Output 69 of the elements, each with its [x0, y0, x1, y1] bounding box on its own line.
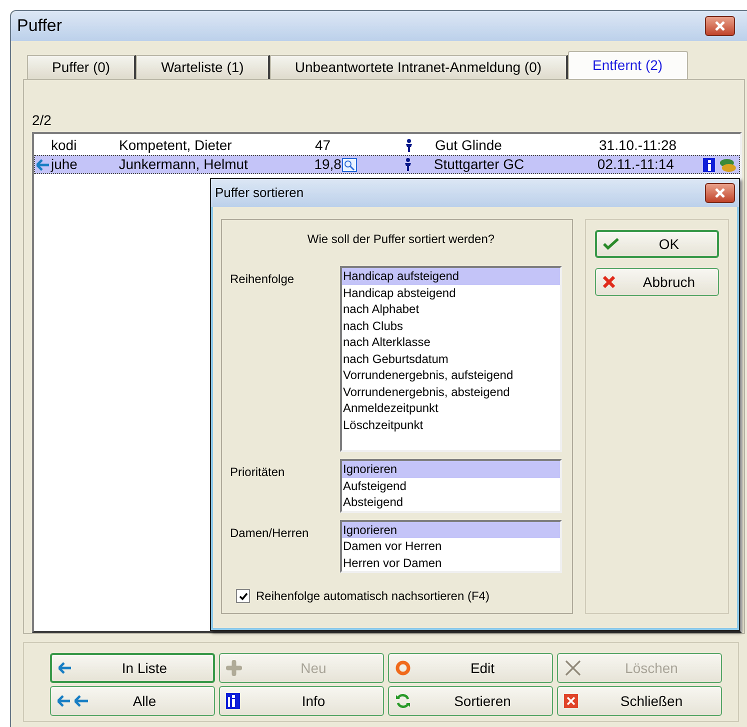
tab[interactable]: Entfernt (2)	[568, 51, 688, 79]
table-cell-text: Gut Glinde	[435, 136, 503, 155]
tab[interactable]: Unbeantwortete Intranet-Anmeldung (0)	[270, 55, 568, 79]
person-icon	[404, 158, 412, 171]
action-button[interactable]: OK	[595, 230, 719, 258]
field-label: Prioritäten	[230, 464, 286, 481]
refresh-icon	[395, 693, 411, 709]
action-button[interactable]: Info	[219, 686, 384, 716]
table-cell-text: juhe	[50, 155, 78, 174]
list-option[interactable]: nach Geburtsdatum	[342, 350, 560, 367]
list-option[interactable]: Handicap aufsteigend	[342, 268, 560, 284]
list-option[interactable]: Vorrundenergebnis, aufsteigend	[342, 367, 560, 384]
action-button[interactable]: Edit	[388, 653, 553, 683]
tab[interactable]: Puffer (0)	[27, 55, 136, 79]
list-option[interactable]: Vorrundenergebnis, absteigend	[342, 384, 560, 400]
close-icon	[714, 187, 726, 199]
list-row[interactable]: kodi Kompetent, Dieter 47 Gut Glinde 31.10.-11:28	[34, 136, 740, 155]
table-cell-text: 19,8	[314, 155, 342, 174]
list-option[interactable]: Herren vor Damen	[342, 554, 560, 571]
table-cell-text: 47	[315, 136, 331, 155]
check-icon	[603, 237, 619, 251]
count-label: 2/2	[32, 111, 52, 130]
table-cell-text: 02.11.-11:14	[597, 155, 675, 174]
person-icon	[405, 139, 413, 152]
checkbox[interactable]	[236, 589, 250, 603]
plus-icon	[226, 660, 242, 676]
action-button[interactable]: Schließen	[557, 686, 722, 716]
list-option[interactable]: nach Alterklasse	[342, 334, 560, 350]
question-text: Wie soll der Puffer sortiert werden?	[307, 231, 495, 248]
list-option[interactable]: nach Alphabet	[342, 301, 560, 318]
table-cell-text: Kompetent, Dieter	[119, 136, 233, 155]
list-option[interactable]: nach Clubs	[342, 318, 560, 334]
action-button[interactable]: Alle	[50, 686, 215, 716]
dialog-title: Puffer sortieren	[215, 184, 304, 202]
cross-icon	[564, 659, 582, 677]
table-cell-text: Junkermann, Helmut	[118, 155, 249, 174]
arrow-left-icon	[58, 662, 72, 674]
check-icon	[238, 592, 248, 600]
info-icon	[226, 693, 240, 709]
action-button[interactable]: Sortieren	[388, 686, 553, 716]
close-icon	[564, 694, 578, 708]
close-button[interactable]	[705, 16, 735, 36]
table-cell-text: Stuttgarter GC	[434, 155, 526, 174]
list-option[interactable]: Ignorieren	[342, 522, 560, 538]
arrow-left-icon	[36, 158, 50, 170]
list-row[interactable]: juhe Junkermann, Helmut 19,8 Stuttgarter GC 02.11.-11:14	[34, 155, 740, 174]
field-label: Reihenfolge	[230, 271, 296, 288]
list-option[interactable]: Damen vor Herren	[342, 538, 560, 554]
list-option[interactable]: Löschzeitpunkt	[342, 416, 560, 433]
close-button[interactable]	[705, 183, 735, 203]
list-option[interactable]: Absteigend	[342, 494, 560, 510]
info-coins-icon	[703, 156, 739, 172]
tab[interactable]: Warteliste (1)	[136, 55, 270, 79]
magnifier-icon	[342, 158, 358, 172]
table-cell-text: kodi	[51, 136, 78, 155]
list-option[interactable]: Ignorieren	[342, 461, 560, 478]
list-option[interactable]: Aufsteigend	[342, 478, 560, 494]
list-option[interactable]: Anmeldezeitpunkt	[342, 400, 560, 416]
action-button[interactable]: Abbruch	[595, 268, 719, 296]
list-option[interactable]: Handicap absteigend	[342, 284, 560, 301]
window-title: Puffer	[17, 15, 62, 38]
cross-icon	[602, 275, 616, 289]
ring-icon	[395, 660, 411, 676]
close-icon	[714, 20, 726, 32]
field-label: Damen/Herren	[230, 524, 310, 542]
table-cell-text: 31.10.-11:28	[599, 136, 678, 155]
checkbox-label: Reihenfolge automatisch nachsortieren (F4)	[256, 588, 490, 605]
double-arrow-left-icon	[57, 695, 89, 707]
action-button[interactable]: In Liste	[50, 653, 215, 683]
